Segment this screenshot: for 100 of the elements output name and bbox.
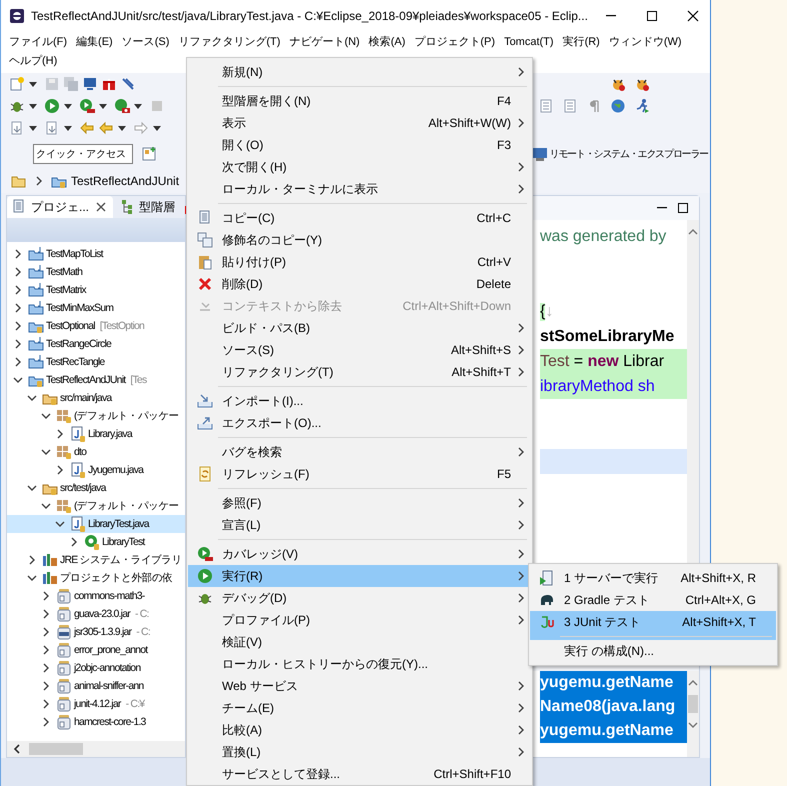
stop-icon bbox=[149, 98, 165, 114]
menu-item[interactable]: バグを検索 bbox=[188, 441, 531, 463]
shortcut-text: Alt+Shift+T bbox=[452, 365, 511, 379]
quick-access-field[interactable]: クイック・アクセス bbox=[33, 144, 133, 164]
maximize-icon[interactable] bbox=[675, 200, 691, 216]
runner-button[interactable] bbox=[634, 96, 650, 116]
menu-item[interactable]: 参照(F) bbox=[188, 492, 531, 514]
monitor-icon bbox=[532, 146, 548, 162]
tree-item[interactable]: (デフォルト・パッケー bbox=[7, 407, 185, 425]
menu-bar-item[interactable]: ナビゲート(N) bbox=[289, 33, 360, 52]
horizontal-scrollbar[interactable] bbox=[7, 741, 185, 757]
tree-item[interactable]: プロジェクトと外部の依 bbox=[7, 569, 185, 587]
tree-item[interactable]: commons-math3- bbox=[7, 587, 185, 605]
menu-bar-item[interactable]: 実行(R) bbox=[562, 33, 600, 52]
menu-item[interactable]: 3 JUnit テスト Alt+Shift+X, T bbox=[530, 611, 776, 640]
menu-item[interactable]: カバレッジ(V) bbox=[188, 543, 531, 565]
tree-item[interactable]: animal-sniffer-ann bbox=[7, 677, 185, 695]
menu-bar-item[interactable]: 編集(E) bbox=[76, 33, 113, 52]
monitor-icon bbox=[82, 76, 98, 92]
tree-item[interactable]: TestRangeCircle bbox=[7, 335, 185, 353]
menu-bar-item[interactable]: ソース(S) bbox=[122, 33, 170, 52]
close-icon bbox=[684, 8, 701, 24]
tree-item[interactable]: src/main/java bbox=[7, 389, 185, 407]
menu-item[interactable]: 開く(O) F3 bbox=[188, 134, 531, 156]
jar-icon bbox=[56, 624, 72, 640]
tree-item[interactable]: TestMinMaxSum bbox=[7, 299, 185, 317]
code-token: new bbox=[588, 352, 619, 370]
menu-bar-item[interactable]: プロジェクト(P) bbox=[414, 33, 496, 52]
tree-item[interactable]: TestRecTangle bbox=[7, 353, 185, 371]
vertical-scrollbar[interactable] bbox=[687, 671, 699, 757]
menu-item[interactable]: コピー(C) Ctrl+C bbox=[188, 207, 531, 229]
view-tab[interactable]: プロジェ... bbox=[7, 196, 114, 218]
menu-bar-item[interactable]: Tomcat(T) bbox=[504, 33, 554, 52]
menu-item[interactable]: 実行 の構成(N)... bbox=[530, 640, 776, 662]
menu-bar-item[interactable]: ヘルプ(H) bbox=[9, 52, 58, 71]
tree-item-decoration: - C: bbox=[136, 626, 150, 638]
tree-item[interactable]: TestMapToList bbox=[7, 245, 185, 263]
delete-icon bbox=[197, 276, 213, 292]
menu-item[interactable]: 削除(D) Delete bbox=[188, 273, 531, 295]
menu-item[interactable]: 次で開く(H) bbox=[188, 156, 531, 178]
menu-item[interactable]: 貼り付け(P) Ctrl+V bbox=[188, 251, 531, 273]
tree-item[interactable]: (デフォルト・パッケー bbox=[7, 497, 185, 515]
shortcut-text: Alt+Shift+X, T bbox=[682, 615, 756, 629]
menu-bar-item[interactable]: ウィンドウ(W) bbox=[608, 33, 682, 52]
menu-item[interactable]: インポート(I)... bbox=[188, 390, 531, 412]
tree-item[interactable]: JRE システム・ライブラリ bbox=[7, 551, 185, 569]
tree-item[interactable]: guava-23.0.jar - C: bbox=[7, 605, 185, 623]
shortcut-text: Alt+Shift+W(W) bbox=[428, 116, 511, 130]
menu-item[interactable]: Web サービス bbox=[188, 675, 531, 697]
shortcut-text: F5 bbox=[496, 467, 511, 481]
tree-item[interactable]: Jyugemu.java bbox=[7, 461, 185, 479]
menu-bar-item[interactable]: ファイル(F) bbox=[9, 33, 68, 52]
tree-item[interactable]: src/test/java bbox=[7, 479, 185, 497]
tree-item[interactable]: jsr305-1.3.9.jar - C: bbox=[7, 623, 185, 641]
tree-item[interactable]: junit-4.12.jar - C:¥ bbox=[7, 695, 185, 713]
tree-item[interactable]: TestOptional [TestOption bbox=[7, 317, 185, 335]
menu-item[interactable]: プロファイル(P) bbox=[188, 609, 531, 631]
menu-item[interactable]: サービスとして登録... Ctrl+Shift+F10 bbox=[188, 763, 531, 785]
menu-item[interactable]: 実行(R) bbox=[188, 565, 531, 587]
code-token: { bbox=[540, 302, 546, 320]
menu-item[interactable]: 置換(L) bbox=[188, 741, 531, 763]
menu-item[interactable]: 2 Gradle テスト Ctrl+Alt+X, G bbox=[530, 589, 776, 611]
tree-item[interactable]: LibraryTest.java bbox=[7, 515, 185, 533]
view-tab[interactable]: 型階層 bbox=[115, 196, 180, 218]
menu-item[interactable]: ローカル・ヒストリーからの復元(Y)... bbox=[188, 653, 531, 675]
menu-item[interactable]: 修飾名のコピー(Y) bbox=[188, 229, 531, 251]
tree-item[interactable]: LibraryTest bbox=[7, 533, 185, 551]
app-icon bbox=[9, 8, 25, 24]
tree-item[interactable]: dto bbox=[7, 443, 185, 461]
breadcrumb-item[interactable]: TestReflectAndJUnit bbox=[71, 174, 180, 188]
code-token: stSomeLibraryMe bbox=[540, 328, 674, 346]
tree-item[interactable]: error_prone_annot bbox=[7, 641, 185, 659]
tree-item-decoration: - C: bbox=[134, 608, 149, 620]
project-folder-icon bbox=[28, 282, 44, 298]
menu-item[interactable]: 表示 Alt+Shift+W(W) bbox=[188, 112, 531, 134]
coverage-icon bbox=[197, 546, 213, 562]
menu-item[interactable]: 比較(A) bbox=[188, 719, 531, 741]
gift-icon bbox=[101, 76, 117, 92]
tree-item[interactable]: TestMatrix bbox=[7, 281, 185, 299]
scrollbar-thumb[interactable] bbox=[688, 695, 698, 713]
tree-item[interactable]: TestMath bbox=[7, 263, 185, 281]
scrollbar-thumb[interactable] bbox=[29, 743, 83, 755]
package-icon bbox=[56, 498, 72, 514]
menu-item[interactable]: 検証(V) bbox=[188, 631, 531, 653]
tree-item[interactable]: Library.java bbox=[7, 425, 185, 443]
menu-item[interactable]: 型階層を開く(N) F4 bbox=[188, 90, 531, 112]
tree-item-decoration: [Tes bbox=[130, 374, 146, 386]
menu-item[interactable]: ソース(S) Alt+Shift+S bbox=[188, 339, 531, 361]
perspective-button[interactable]: リモート・システム・エクスプローラー bbox=[532, 146, 708, 162]
menu-item[interactable]: ビルド・パス(B) bbox=[188, 317, 531, 339]
menu-bar-item[interactable]: 検索(A) bbox=[368, 33, 406, 52]
tree-item[interactable]: j2objc-annotation bbox=[7, 659, 185, 677]
tree-item[interactable]: hamcrest-core-1.3 bbox=[7, 713, 185, 731]
menu-item[interactable]: 1 サーバーで実行 Alt+Shift+X, R bbox=[530, 567, 776, 589]
code-token: Librar bbox=[622, 352, 664, 370]
menu-item[interactable]: デバッグ(D) bbox=[188, 587, 531, 609]
menu-item[interactable]: チーム(E) bbox=[188, 697, 531, 719]
minimize-icon[interactable] bbox=[657, 207, 667, 209]
menu-bar-item[interactable]: リファクタリング(T) bbox=[178, 33, 280, 52]
tree-item[interactable]: TestReflectAndJUnit [Tes bbox=[7, 371, 185, 389]
